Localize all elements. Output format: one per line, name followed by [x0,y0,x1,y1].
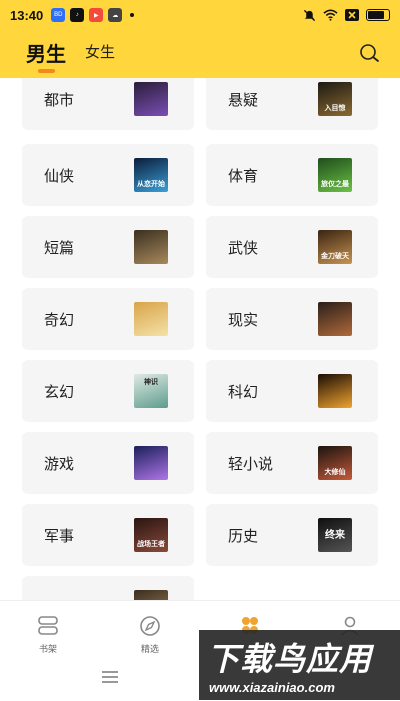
category-card[interactable]: 现实 [206,288,378,350]
nav-bookshelf[interactable]: 书架 [18,615,78,655]
watermark: 下载鸟应用 www.xiazainiao.com [199,630,400,700]
status-bar: 13:40 BD ♪ ▶ ☁ [0,0,400,30]
tab-active-indicator [38,69,55,73]
category-label: 军事 [44,527,75,545]
cover-text: 战场王者 [137,540,165,548]
category-label: 奇幻 [44,311,75,329]
category-card[interactable]: 游戏 [22,432,194,494]
book-cover-image [134,590,168,600]
category-label: 仙侠 [44,167,75,185]
book-cover-image: 从恋开始 [134,158,168,192]
cover-text: 神识 [144,378,158,386]
cover-text: 入目惊 [324,104,346,112]
search-icon[interactable] [358,42,380,64]
tab-female-label: 女生 [85,43,116,61]
category-label: 现实 [228,311,259,329]
book-cover-image: 神识 [134,374,168,408]
mute-icon [303,9,316,21]
cover-text: 终来 [325,530,345,541]
compass-icon [140,616,160,636]
book-cover-image [134,230,168,264]
category-card[interactable]: 都市 [22,78,194,130]
status-time: 13:40 [10,7,44,23]
watermark-title: 下载鸟应用 [207,640,373,678]
wifi-icon [323,9,338,21]
tiktok-icon: ♪ [70,8,85,22]
category-label: 短篇 [44,239,75,257]
category-card[interactable]: 历史 终来 [206,504,378,566]
book-cover-image [318,302,352,336]
book-cover-image: 入目惊 [318,82,352,116]
nav-featured[interactable]: 精选 [120,615,180,655]
book-cover-image [134,82,168,116]
book-cover-image: 大修仙 [318,446,352,480]
category-label: 都市 [44,91,75,109]
notification-dot-icon [130,13,135,17]
category-label: 科幻 [228,383,259,401]
category-card[interactable]: 奇幻 [22,288,194,350]
category-label: 玄幻 [44,383,75,401]
book-cover-image [134,446,168,480]
category-label: 武侠 [228,239,259,257]
category-label: 体育 [228,167,259,185]
category-card[interactable]: 玄幻 神识 [22,360,194,422]
category-card[interactable] [22,576,194,600]
bookshelf-icon [38,616,58,635]
tab-male-label: 男生 [26,42,66,66]
category-label: 悬疑 [228,91,259,109]
book-cover-image: 终来 [318,518,352,552]
category-grid: 都市 悬疑 入目惊 仙侠 从恋开始 体育 旅仅之最 短篇 武侠 金刀破天 奇幻 … [0,78,400,600]
cover-text: 从恋开始 [137,180,165,188]
book-cover-image: 战场王者 [134,518,168,552]
book-cover-image: 旅仅之最 [318,158,352,192]
category-label: 历史 [228,527,259,545]
book-cover-image: 金刀破天 [318,230,352,264]
nav-featured-label: 精选 [140,645,159,655]
category-card[interactable]: 悬疑 入目惊 [206,78,378,130]
header: 男生 女生 [0,30,400,78]
cover-text: 大修仙 [324,468,346,476]
app-icon-red: ▶ [89,8,104,22]
category-card[interactable]: 武侠 金刀破天 [206,216,378,278]
category-label: 轻小说 [228,455,274,473]
category-card[interactable]: 短篇 [22,216,194,278]
category-card[interactable]: 科幻 [206,360,378,422]
category-label: 游戏 [44,455,75,473]
tab-male[interactable]: 男生 [26,38,66,73]
no-signal-icon [345,9,359,21]
cover-text: 金刀破天 [321,252,349,260]
category-card[interactable]: 军事 战场王者 [22,504,194,566]
tab-female[interactable]: 女生 [85,41,115,62]
app-icon-blue: BD [51,8,66,22]
watermark-url: www.xiazainiao.com [209,680,335,695]
battery-icon [366,9,390,21]
category-card[interactable]: 体育 旅仅之最 [206,144,378,206]
system-menu-icon[interactable] [100,670,120,684]
category-card[interactable]: 仙侠 从恋开始 [22,144,194,206]
app-icon-cloud: ☁ [108,8,123,22]
category-card[interactable]: 轻小说 大修仙 [206,432,378,494]
nav-bookshelf-label: 书架 [38,645,57,655]
cover-text: 旅仅之最 [321,180,349,188]
book-cover-image [318,374,352,408]
book-cover-image [134,302,168,336]
